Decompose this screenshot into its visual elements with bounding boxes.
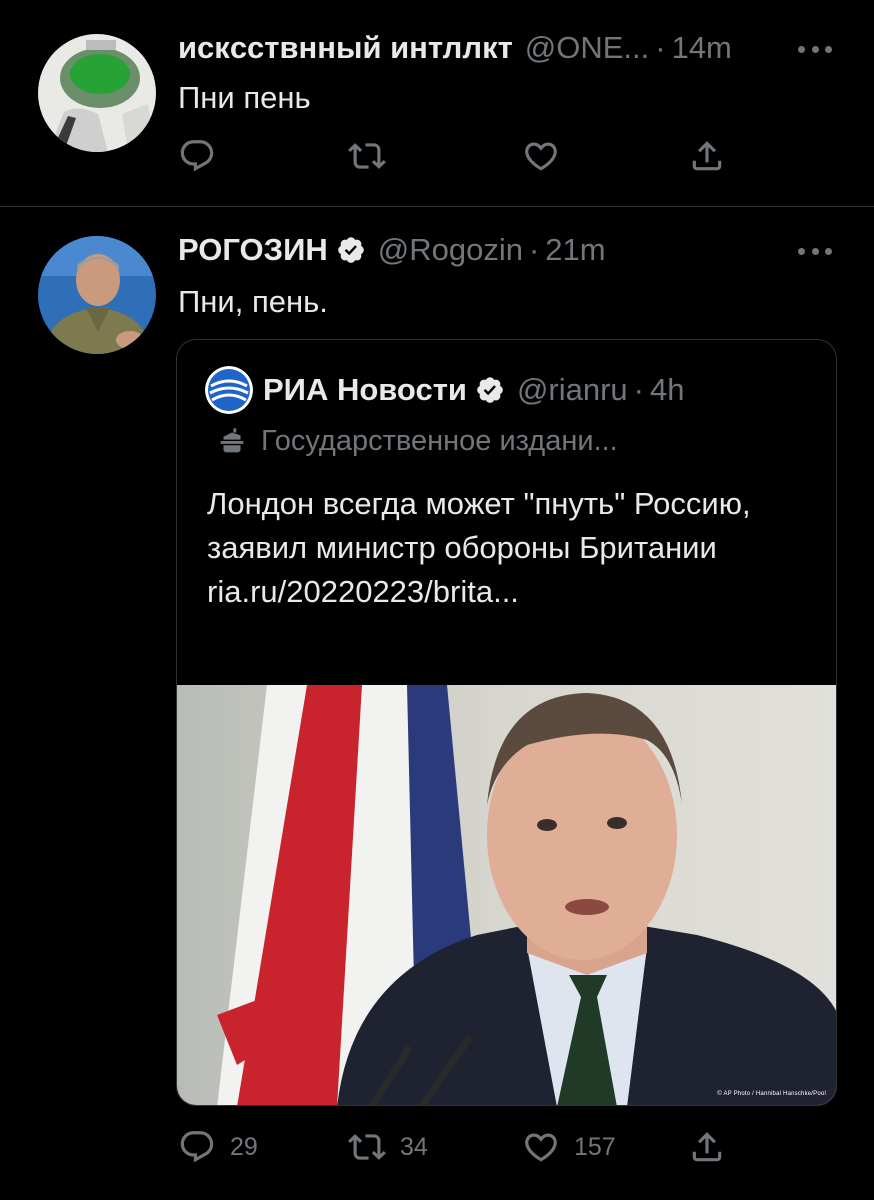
retweet-count: 34 xyxy=(400,1132,428,1161)
reply-icon xyxy=(178,1128,216,1166)
quoted-author-handle[interactable]: @rianru xyxy=(517,372,628,408)
quoted-timestamp[interactable]: 4h xyxy=(650,372,684,408)
quoted-avatar[interactable] xyxy=(205,366,253,414)
government-label-text: Государственное издани... xyxy=(261,424,618,457)
retweet-icon xyxy=(348,137,386,175)
quoted-tweet-text: Лондон всегда может "пнуть" Россию, заяв… xyxy=(207,482,817,614)
tweet-2[interactable]: РОГОЗИН @Rogozin · 21m Пни, пень. РИА Но… xyxy=(0,208,874,1200)
avatar-image xyxy=(38,34,156,152)
retweet-button[interactable]: 34 xyxy=(348,1125,428,1169)
separator-dot: · xyxy=(528,232,540,267)
action-bar xyxy=(178,134,738,178)
like-icon xyxy=(522,1128,560,1166)
news-photo xyxy=(177,685,836,1105)
timestamp[interactable]: 14m xyxy=(672,30,732,66)
ria-logo-icon xyxy=(205,366,253,414)
avatar[interactable] xyxy=(38,236,156,354)
tweet-text: Пни, пень. xyxy=(178,284,328,319)
tweet-header: РОГОЗИН @Rogozin · 21m xyxy=(178,232,606,268)
quoted-tweet[interactable]: РИА Новости @rianru · 4h Государственное… xyxy=(176,339,837,1106)
reply-button[interactable]: 29 xyxy=(178,1125,258,1169)
separator-dot: · xyxy=(655,30,666,65)
government-label-icon xyxy=(220,428,244,453)
author-name[interactable]: РОГОЗИН xyxy=(178,232,328,268)
reply-icon xyxy=(178,137,216,175)
quoted-author-name[interactable]: РИА Новости xyxy=(263,372,467,408)
quoted-tweet-header: РИА Новости @rianru · 4h xyxy=(205,366,684,414)
verified-icon xyxy=(475,375,505,405)
quoted-media-image[interactable]: © AP Photo / Hannibal Hanschke/Pool xyxy=(177,685,836,1105)
avatar[interactable] xyxy=(38,34,156,152)
like-icon xyxy=(522,137,560,175)
like-button[interactable]: 157 xyxy=(522,1125,616,1169)
like-count: 157 xyxy=(574,1132,616,1161)
government-label[interactable]: Государственное издани... xyxy=(215,424,618,458)
share-button[interactable] xyxy=(688,1125,726,1169)
timestamp[interactable]: 21m xyxy=(545,232,605,268)
photo-credit: © AP Photo / Hannibal Hanschke/Pool xyxy=(717,1091,826,1097)
verified-icon xyxy=(336,235,366,265)
more-icon[interactable] xyxy=(798,246,832,256)
author-name[interactable]: искccтвнный интллкт xyxy=(178,30,513,66)
retweet-button[interactable] xyxy=(348,134,400,178)
author-handle[interactable]: @ONE... xyxy=(525,30,649,66)
author-handle[interactable]: @Rogozin xyxy=(378,232,523,268)
action-bar: 29 34 157 xyxy=(178,1125,738,1169)
reply-button[interactable] xyxy=(178,134,230,178)
tweet-1[interactable]: искccтвнный интллкт @ONE... · 14m Пни пе… xyxy=(0,0,874,207)
tweet-header: искccтвнный интллкт @ONE... · 14m xyxy=(178,30,732,66)
more-icon[interactable] xyxy=(798,44,832,54)
share-icon xyxy=(688,1128,726,1166)
quoted-text-body: Лондон всегда может "пнуть" Россию, заяв… xyxy=(207,486,751,565)
tweet-text: Пни пень xyxy=(178,80,311,115)
retweet-icon xyxy=(348,1128,386,1166)
separator-dot: · xyxy=(633,372,644,407)
reply-count: 29 xyxy=(230,1132,258,1161)
share-icon xyxy=(688,137,726,175)
like-button[interactable] xyxy=(522,134,574,178)
avatar-image xyxy=(38,236,156,354)
quoted-link[interactable]: ria.ru/20220223/brita... xyxy=(207,570,817,614)
share-button[interactable] xyxy=(688,134,726,178)
